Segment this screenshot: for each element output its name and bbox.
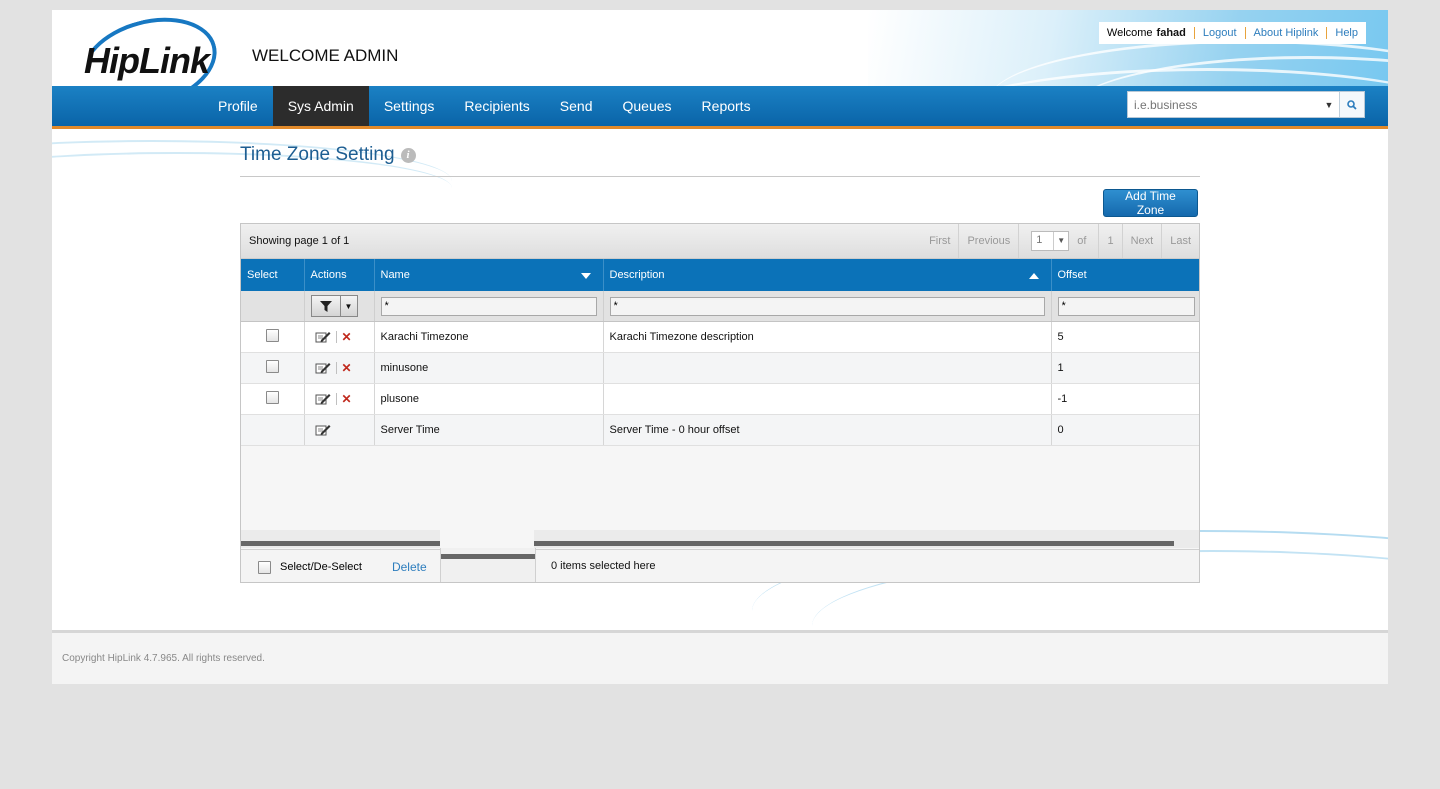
title-divider <box>240 176 1200 177</box>
select-cell <box>241 383 305 415</box>
grid-footer: Select/De-Select Delete 0 items selected… <box>241 548 1199 582</box>
offset-cell: 0 <box>1051 414 1199 446</box>
nav-queues[interactable]: Queues <box>608 86 687 126</box>
selected-count: 0 items selected here <box>551 560 656 572</box>
search-button[interactable] <box>1339 92 1364 117</box>
pager-previous[interactable]: Previous <box>958 224 1018 258</box>
actions-cell: ✕ <box>304 383 375 415</box>
page-title: Time Zone Setting i <box>240 144 416 166</box>
edit-icon[interactable] <box>315 423 331 437</box>
info-icon[interactable]: i <box>400 147 416 163</box>
nav-reports[interactable]: Reports <box>687 86 766 126</box>
select-cell <box>241 352 305 384</box>
search-icon <box>1347 99 1357 110</box>
top-links-bar: Welcome fahad Logout About Hiplink Help <box>1098 22 1366 44</box>
name-filter-input[interactable] <box>380 296 597 316</box>
offset-cell: -1 <box>1051 383 1199 415</box>
select-all-label: Select/De-Select <box>280 561 362 573</box>
search-dropdown-icon[interactable]: ▼ <box>1319 92 1339 117</box>
description-cell: Karachi Timezone description <box>603 321 1052 353</box>
hiplink-logo[interactable]: HipLink <box>84 40 210 82</box>
table-row[interactable]: ✕ plusone -1 <box>241 383 1199 415</box>
row-checkbox[interactable] <box>266 391 279 404</box>
search-input[interactable] <box>1128 92 1319 117</box>
name-cell: plusone <box>374 383 604 415</box>
offset-cell: 1 <box>1051 352 1199 384</box>
username: fahad <box>1156 27 1186 39</box>
welcome-text: Welcome <box>1106 27 1153 39</box>
column-header-offset[interactable]: Offset <box>1051 259 1199 291</box>
edit-icon[interactable] <box>315 330 331 344</box>
filter-row: ▼ <box>241 291 1199 322</box>
footer-scroll-segment <box>440 548 536 582</box>
grid-pager: Showing page 1 of 1 First Previous 1 ▼ o… <box>241 224 1199 259</box>
pager-last[interactable]: Last <box>1161 224 1199 258</box>
sort-desc-icon <box>580 273 591 279</box>
name-cell: Karachi Timezone <box>374 321 604 353</box>
description-filter-input[interactable] <box>609 296 1045 316</box>
filter-dropdown-icon: ▼ <box>344 301 353 311</box>
table-row[interactable]: ✕ minusone 1 <box>241 352 1199 384</box>
grid-table: Select Actions Name Description Offset ▼ <box>241 259 1199 446</box>
grid-empty-area <box>241 447 1199 529</box>
column-header-description[interactable]: Description <box>603 259 1052 291</box>
row-checkbox[interactable] <box>266 360 279 373</box>
name-cell: minusone <box>374 352 604 384</box>
nav-profile[interactable]: Profile <box>203 86 273 126</box>
delete-selected-link[interactable]: Delete <box>392 560 427 574</box>
pager-of: of <box>1077 235 1087 247</box>
column-header-name[interactable]: Name <box>374 259 604 291</box>
table-row[interactable]: Server Time Server Time - 0 hour offset 0 <box>241 414 1199 446</box>
pager-first[interactable]: First <box>921 224 958 258</box>
edit-icon[interactable] <box>315 392 331 406</box>
delete-icon[interactable]: ✕ <box>342 330 352 344</box>
page-select[interactable]: 1 ▼ <box>1031 231 1070 251</box>
edit-icon[interactable] <box>315 361 331 375</box>
filter-button[interactable]: ▼ <box>310 295 358 317</box>
nav-settings[interactable]: Settings <box>369 86 450 126</box>
actions-cell: ✕ <box>304 321 375 353</box>
sort-asc-icon <box>1028 273 1039 279</box>
pager-status: Showing page 1 of 1 <box>249 235 350 247</box>
description-cell <box>603 352 1052 384</box>
delete-icon[interactable]: ✕ <box>342 392 352 406</box>
logout-link[interactable]: Logout <box>1203 27 1237 39</box>
header: HipLink WELCOME ADMIN Welcome fahad Logo… <box>52 10 1388 86</box>
row-checkbox[interactable] <box>266 329 279 342</box>
delete-icon[interactable]: ✕ <box>342 361 352 375</box>
nav-recipients[interactable]: Recipients <box>449 86 544 126</box>
select-all-checkbox[interactable] <box>258 560 271 574</box>
offset-cell: 5 <box>1051 321 1199 353</box>
table-row[interactable]: ✕ Karachi Timezone Karachi Timezone descri… <box>241 321 1199 353</box>
description-cell: Server Time - 0 hour offset <box>603 414 1052 446</box>
horizontal-scrollbar[interactable] <box>241 530 1199 548</box>
nav-sys-admin[interactable]: Sys Admin <box>272 86 369 126</box>
offset-filter-input[interactable] <box>1057 296 1195 316</box>
welcome-title: WELCOME ADMIN <box>252 46 399 65</box>
page-select-value: 1 <box>1036 234 1043 246</box>
time-zone-grid: Showing page 1 of 1 First Previous 1 ▼ o… <box>240 223 1200 583</box>
page-footer: Copyright HipLink 4.7.965. All rights re… <box>52 630 1388 684</box>
column-header-select: Select <box>241 259 305 291</box>
app-window: HipLink WELCOME ADMIN Welcome fahad Logo… <box>52 10 1388 684</box>
search-box: ▼ <box>1127 91 1365 118</box>
description-cell <box>603 383 1052 415</box>
about-hiplink-link[interactable]: About Hiplink <box>1254 27 1319 39</box>
page-title-text: Time Zone Setting <box>240 144 395 165</box>
pager-next[interactable]: Next <box>1121 224 1162 258</box>
main-nav: Profile Sys Admin Settings Recipients Se… <box>52 86 1388 129</box>
select-cell <box>241 414 305 446</box>
actions-cell <box>304 414 375 446</box>
add-time-zone-button[interactable]: Add Time Zone <box>1103 189 1198 217</box>
actions-cell: ✕ <box>304 352 375 384</box>
name-cell: Server Time <box>374 414 604 446</box>
nav-send[interactable]: Send <box>545 86 608 126</box>
copyright-text: Copyright HipLink 4.7.965. All rights re… <box>62 653 265 664</box>
chevron-down-icon: ▼ <box>1053 232 1068 250</box>
select-cell <box>241 321 305 353</box>
filter-icon <box>319 300 332 312</box>
pager-total: 1 <box>1098 224 1121 258</box>
column-header-actions: Actions <box>304 259 375 291</box>
help-link[interactable]: Help <box>1335 27 1358 39</box>
